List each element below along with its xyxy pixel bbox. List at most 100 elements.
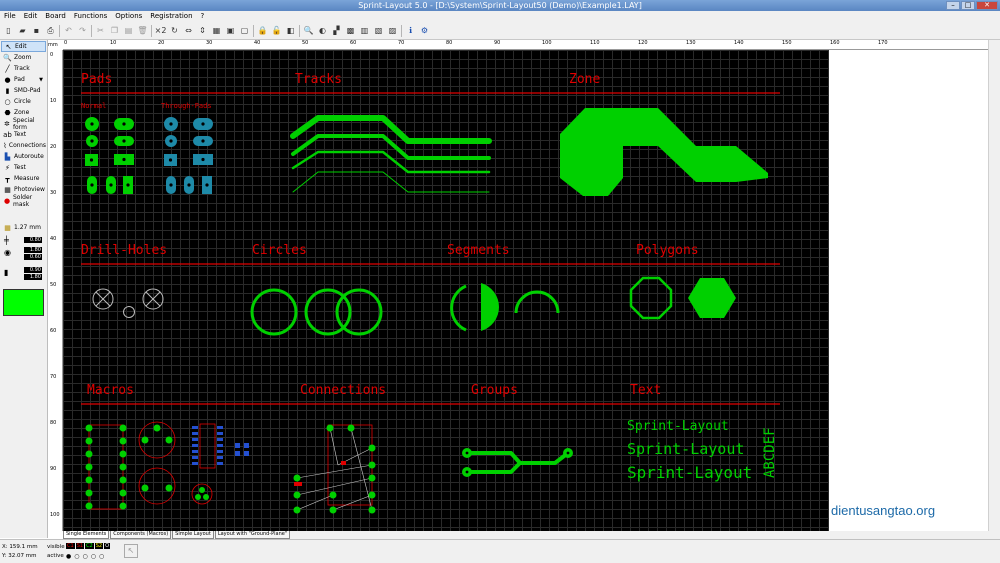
track-width-value[interactable]: 0.80 — [24, 237, 42, 243]
grid-selector[interactable]: ▦ 1.27 mm — [1, 222, 46, 233]
open-folder-icon[interactable]: ▰ — [17, 25, 28, 36]
smd-width-value[interactable]: 0.90 — [24, 267, 42, 273]
duplicate-icon[interactable]: ×2 — [155, 25, 167, 36]
zoom-board-icon[interactable]: ▞ — [331, 25, 342, 36]
horizontal-ruler: 0 10 20 30 40 50 60 70 80 90 100 110 120… — [63, 40, 829, 50]
export-icon[interactable]: ▨ — [387, 25, 398, 36]
copy-icon[interactable]: ❐ — [109, 25, 120, 36]
sample-text-3: Sprint-Layout — [627, 463, 752, 482]
settings-icon[interactable]: ⚙ — [419, 25, 430, 36]
smd-icon: ▮ — [5, 86, 10, 95]
tool-zoom[interactable]: 🔍 Zoom — [1, 52, 46, 63]
tool-pad[interactable]: ● Pad ▼ — [1, 74, 46, 85]
tool-autoroute[interactable]: ▙ Autoroute — [1, 151, 46, 162]
tab-simple-layout[interactable]: Simple Layout — [172, 531, 214, 539]
zone-icon: ⬣ — [4, 108, 11, 117]
pads-through-label: Through-Pads — [161, 102, 212, 110]
macro-transistor — [138, 421, 213, 505]
menu-board[interactable]: Board — [41, 11, 70, 22]
pcb-drawing: Pads Tracks Zone Normal Through-Pads Dri… — [81, 72, 780, 514]
zoom-fit-icon[interactable]: ◐ — [317, 25, 328, 36]
info-icon[interactable]: ℹ — [405, 25, 416, 36]
paste-icon[interactable]: ▤ — [123, 25, 134, 36]
menu-options[interactable]: Options — [111, 11, 146, 22]
special-form-icon: ✲ — [4, 119, 10, 128]
align-icon[interactable]: ▦ — [211, 25, 222, 36]
layer-s2[interactable]: S2 — [94, 543, 104, 549]
layer-o[interactable]: O — [104, 543, 111, 549]
tool-solder-mask[interactable]: ● Solder mask — [1, 194, 46, 208]
smd-height-value[interactable]: 1.80 — [24, 274, 42, 280]
section-text: Text — [630, 383, 661, 398]
tab-layout-ground-plane[interactable]: Layout with "Ground-Plane" — [214, 531, 291, 539]
pcb-canvas[interactable]: Pads Tracks Zone Normal Through-Pads Dri… — [63, 50, 829, 531]
cut-icon[interactable]: ✂ — [95, 25, 106, 36]
tab-components-macros[interactable]: Components (Macros) — [110, 531, 172, 539]
mirror-h-icon[interactable]: ⇔ — [183, 25, 194, 36]
grid-icon: ▦ — [4, 223, 11, 232]
vertical-scrollbar[interactable] — [988, 40, 1000, 531]
tool-special-form[interactable]: ✲ Special form — [1, 117, 46, 131]
tool-circle[interactable]: ○ Circle — [1, 96, 46, 107]
active-layer-radios[interactable]: ●○○○○ — [66, 553, 107, 560]
pad-size-icon: ◉ — [4, 248, 11, 257]
maximize-button[interactable]: □ — [961, 1, 975, 10]
pads-through — [164, 117, 213, 194]
ungroup-icon[interactable]: ▢ — [239, 25, 250, 36]
unlock-icon[interactable]: 🔓 — [271, 25, 282, 36]
menu-file[interactable]: File — [0, 11, 20, 22]
tool-smd-pad[interactable]: ▮ SMD-Pad — [1, 85, 46, 96]
tab-single-elements[interactable]: Single Elements — [63, 531, 110, 539]
ruler-unit: mm — [48, 40, 63, 50]
menu-functions[interactable]: Functions — [70, 11, 111, 22]
undo-icon[interactable]: ↶ — [63, 25, 74, 36]
menu-help[interactable]: ? — [197, 11, 209, 22]
ruler-icon: ┳ — [5, 174, 10, 183]
zoom-icon[interactable]: 🔍 — [303, 25, 314, 36]
rotate-icon[interactable]: ↻ — [169, 25, 180, 36]
cursor-y: Y: 32.07 mm — [2, 553, 37, 559]
drill-holes — [92, 288, 164, 318]
redo-icon[interactable]: ↷ — [77, 25, 88, 36]
group-element — [462, 448, 573, 477]
tool-test[interactable]: ⚡ Test — [1, 162, 46, 173]
pad-inner-value[interactable]: 0.60 — [24, 254, 42, 260]
watermark: dientusangtao.org — [831, 503, 936, 518]
mirror-v-icon[interactable]: ⇕ — [197, 25, 208, 36]
layer-s1[interactable]: S1 — [75, 543, 85, 549]
component-icon[interactable]: ▥ — [359, 25, 370, 36]
tool-edit[interactable]: ↖ Edit — [1, 41, 46, 52]
minimize-button[interactable]: – — [946, 1, 960, 10]
delete-icon[interactable]: 🗑 — [137, 25, 148, 36]
drc-icon[interactable]: ▧ — [373, 25, 384, 36]
pointer-icon[interactable]: ↖ — [124, 544, 138, 558]
layer-c2[interactable]: C2 — [85, 543, 94, 549]
save-icon[interactable]: ▪ — [31, 25, 42, 36]
macro-dip-ic — [85, 424, 127, 510]
pad-outer-value[interactable]: 1.80 — [24, 247, 42, 253]
sample-text-2: Sprint-Layout — [627, 440, 744, 458]
photoview-icon[interactable]: ▩ — [345, 25, 356, 36]
connections-icon: ⌇ — [3, 141, 7, 150]
tool-measure[interactable]: ┳ Measure — [1, 173, 46, 184]
active-color-swatch[interactable] — [3, 289, 44, 316]
hexagon-filled — [688, 278, 736, 318]
tool-track[interactable]: ╱ Track — [1, 63, 46, 74]
menu-edit[interactable]: Edit — [20, 11, 42, 22]
solder-mask-icon: ● — [3, 196, 11, 205]
tool-connections[interactable]: ⌇ Connections — [1, 140, 46, 151]
outside-board-area[interactable] — [829, 50, 988, 531]
print-icon[interactable]: ⎙ — [45, 25, 56, 36]
section-zone: Zone — [569, 72, 600, 87]
menu-registration[interactable]: Registration — [146, 11, 196, 22]
status-bar: X: 159.1 mm Y: 32.07 mm visible active C… — [0, 539, 1000, 563]
close-button[interactable]: ✕ — [976, 1, 998, 10]
mask-icon[interactable]: ◧ — [285, 25, 296, 36]
cursor-icon: ↖ — [5, 42, 12, 51]
visible-label: visible — [47, 544, 65, 550]
new-file-icon[interactable]: ▯ — [3, 25, 14, 36]
layer-c1[interactable]: C1 — [66, 543, 75, 549]
lock-icon[interactable]: 🔒 — [257, 25, 268, 36]
group-icon[interactable]: ▣ — [225, 25, 236, 36]
tool-text[interactable]: ab Text — [1, 129, 46, 140]
